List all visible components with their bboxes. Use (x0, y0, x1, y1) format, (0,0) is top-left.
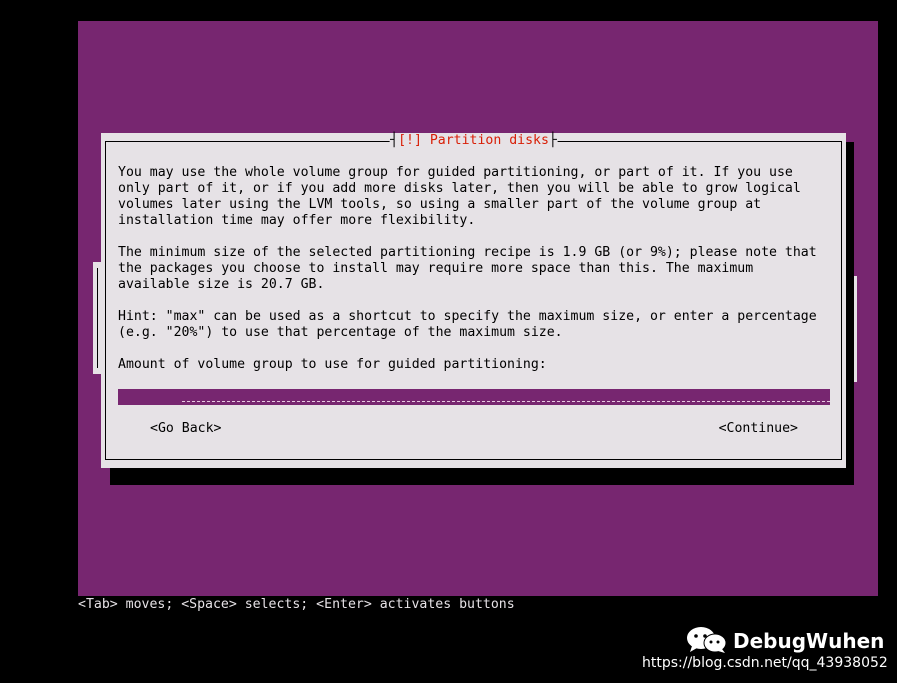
input-prompt-label: Amount of volume group to use for guided… (118, 357, 547, 372)
watermark: DebugWuhen https://blog.csdn.net/qq_4393… (642, 626, 891, 676)
status-bar-hint: <Tab> moves; <Space> selects; <Enter> ac… (78, 597, 515, 612)
minimum-size-paragraph: The minimum size of the selected partiti… (118, 245, 817, 292)
continue-button[interactable]: <Continue> (719, 421, 798, 437)
input-fill-underline (182, 401, 830, 402)
wechat-icon (687, 627, 727, 653)
partition-dialog: ┤[!] Partition disks├ You may use the wh… (101, 133, 846, 468)
watermark-name: DebugWuhen (733, 629, 885, 653)
description-paragraph: You may use the whole volume group for g… (118, 165, 801, 228)
volume-size-field[interactable] (118, 389, 830, 405)
hint-paragraph: Hint: "max" can be used as a shortcut to… (118, 309, 817, 340)
watermark-url: https://blog.csdn.net/qq_43938052 (642, 655, 888, 671)
dialog-title-text: [!] Partition disks (398, 133, 549, 148)
dialog-title: ┤[!] Partition disks├ (389, 133, 558, 149)
go-back-button[interactable]: <Go Back> (150, 421, 221, 437)
